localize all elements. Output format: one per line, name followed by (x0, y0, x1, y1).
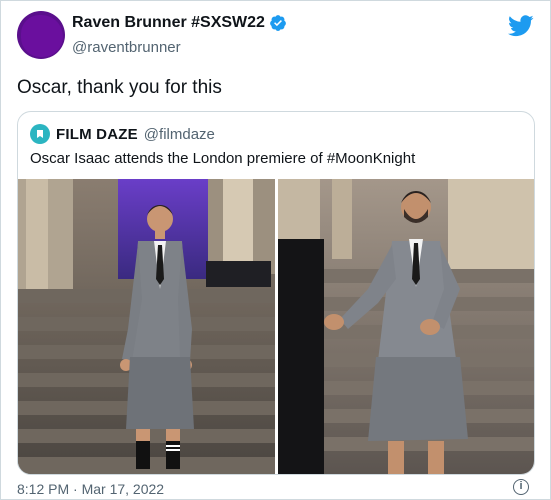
quoted-author-avatar[interactable] (30, 124, 50, 144)
author-handle[interactable]: @raventbrunner (72, 39, 181, 56)
quoted-author-name[interactable]: FILM DAZE (56, 126, 138, 143)
quoted-author-handle[interactable]: @filmdaze (144, 126, 215, 143)
tweet-timestamp[interactable]: 8:12 PM · Mar 17, 2022 (17, 481, 164, 497)
photo-man-in-grey-suit-kilt (18, 179, 275, 474)
twitter-bird-icon[interactable] (508, 15, 534, 37)
photo-man-in-grey-suit-kilt-gesturing (278, 179, 534, 474)
author-avatar[interactable] (17, 11, 65, 59)
quoted-author-row[interactable]: FILM DAZE @filmdaze (30, 124, 215, 144)
author-display-name[interactable]: Raven Brunner #SXSW22 (72, 14, 265, 32)
quoted-tweet[interactable]: FILM DAZE @filmdaze Oscar Isaac attends … (17, 111, 535, 475)
avatar-redaction (21, 15, 63, 57)
media-photo-1[interactable] (18, 179, 275, 474)
film-daze-logo-icon (37, 130, 43, 138)
info-icon[interactable]: i (513, 479, 529, 495)
verified-badge-icon (270, 15, 286, 31)
tweet-card: Raven Brunner #SXSW22 @raventbrunner Osc… (0, 0, 551, 500)
media-photo-2[interactable] (278, 179, 534, 474)
tweet-text: Oscar, thank you for this (17, 77, 222, 98)
author-name-row[interactable]: Raven Brunner #SXSW22 (72, 14, 287, 32)
quoted-tweet-text: Oscar Isaac attends the London premiere … (30, 150, 416, 167)
